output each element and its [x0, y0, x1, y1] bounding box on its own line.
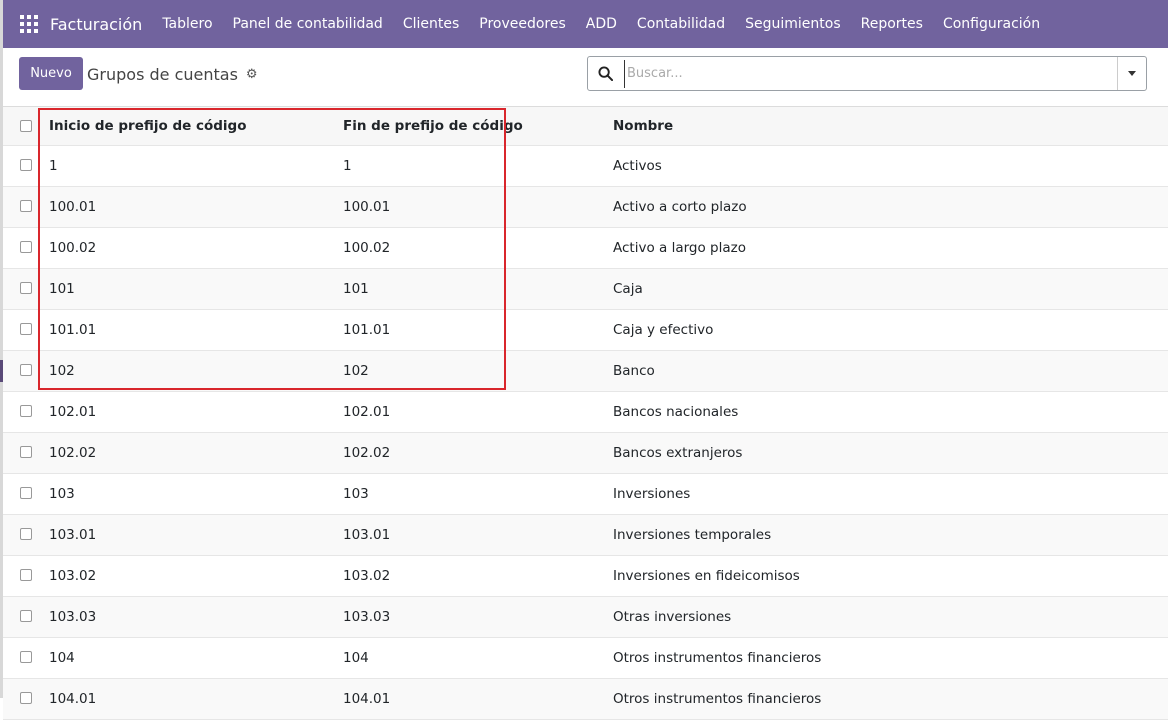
table-row[interactable]: 104.01 104.01 Otros instrumentos financier…: [3, 679, 1168, 720]
menu-item-reportes[interactable]: Reportes: [851, 16, 933, 32]
row-checkbox[interactable]: [20, 241, 32, 253]
row-checkbox[interactable]: [20, 528, 32, 540]
menu-item-clientes[interactable]: Clientes: [393, 16, 469, 32]
cell-start-prefix: 103.02: [49, 568, 97, 584]
cell-end-prefix: 101: [343, 281, 369, 297]
column-header-name[interactable]: Nombre: [613, 107, 673, 145]
cell-name: Otras inversiones: [613, 609, 732, 625]
row-checkbox[interactable]: [20, 323, 32, 335]
cell-start-prefix: 100.01: [49, 199, 97, 215]
cell-end-prefix: 104: [343, 650, 369, 666]
account-groups-table: Inicio de prefijo de código Fin de prefi…: [3, 106, 1168, 720]
cell-name: Bancos nacionales: [613, 404, 739, 420]
select-all-checkbox[interactable]: [20, 120, 32, 132]
control-panel: Nuevo Grupos de cuentas ⚙: [3, 48, 1168, 106]
gear-icon[interactable]: ⚙: [246, 67, 258, 82]
row-checkbox[interactable]: [20, 159, 32, 171]
row-checkbox[interactable]: [20, 446, 32, 458]
row-checkbox[interactable]: [20, 651, 32, 663]
cell-end-prefix: 101.01: [343, 322, 391, 338]
search-options-toggle[interactable]: [1117, 57, 1146, 90]
cell-name: Banco: [613, 363, 655, 379]
table-row[interactable]: 100.02 100.02 Activo a largo plazo: [3, 228, 1168, 269]
cell-start-prefix: 103.03: [49, 609, 97, 625]
cell-end-prefix: 103: [343, 486, 369, 502]
cell-name: Activo a corto plazo: [613, 199, 747, 215]
menu-item-configuracion[interactable]: Configuración: [933, 16, 1050, 32]
cell-start-prefix: 102.02: [49, 445, 97, 461]
top-navbar: Facturación Tablero Panel de contabilida…: [3, 0, 1168, 48]
table-row[interactable]: 104 104 Otros instrumentos financieros: [3, 638, 1168, 679]
cell-name: Otros instrumentos financieros: [613, 650, 822, 666]
cell-name: Otros instrumentos financieros: [613, 691, 822, 707]
cell-end-prefix: 103.01: [343, 527, 391, 543]
cell-end-prefix: 100.02: [343, 240, 391, 256]
table-row[interactable]: 100.01 100.01 Activo a corto plazo: [3, 187, 1168, 228]
row-checkbox[interactable]: [20, 692, 32, 704]
cell-start-prefix: 102.01: [49, 404, 97, 420]
cell-start-prefix: 104.01: [49, 691, 97, 707]
cell-end-prefix: 102.02: [343, 445, 391, 461]
cell-name: Inversiones temporales: [613, 527, 772, 543]
row-checkbox[interactable]: [20, 610, 32, 622]
page-title: Grupos de cuentas: [87, 65, 238, 84]
caret-down-icon: [1128, 71, 1136, 76]
table-header: Inicio de prefijo de código Fin de prefi…: [3, 106, 1168, 146]
menu-item-panel-contabilidad[interactable]: Panel de contabilidad: [223, 16, 393, 32]
cell-start-prefix: 100.02: [49, 240, 97, 256]
menu-item-seguimientos[interactable]: Seguimientos: [735, 16, 851, 32]
cell-end-prefix: 100.01: [343, 199, 391, 215]
menu-item-proveedores[interactable]: Proveedores: [469, 16, 576, 32]
cell-start-prefix: 101.01: [49, 322, 97, 338]
table-row[interactable]: 103.02 103.02 Inversiones en fideicomisos: [3, 556, 1168, 597]
cell-name: Activo a largo plazo: [613, 240, 746, 256]
row-checkbox[interactable]: [20, 364, 32, 376]
table-row[interactable]: 102 102 Banco: [3, 351, 1168, 392]
apps-grid-icon[interactable]: [20, 15, 38, 33]
cell-name: Caja: [613, 281, 643, 297]
cell-start-prefix: 1: [49, 158, 58, 174]
table-row[interactable]: 103.01 103.01 Inversiones temporales: [3, 515, 1168, 556]
table-row[interactable]: 101 101 Caja: [3, 269, 1168, 310]
cell-start-prefix: 102: [49, 363, 75, 379]
cell-end-prefix: 103.03: [343, 609, 391, 625]
cell-end-prefix: 102.01: [343, 404, 391, 420]
cell-name: Inversiones en fideicomisos: [613, 568, 800, 584]
search-bar: [587, 56, 1147, 91]
breadcrumb: Grupos de cuentas ⚙: [87, 65, 258, 84]
column-header-end-prefix[interactable]: Fin de prefijo de código: [343, 107, 523, 145]
row-checkbox[interactable]: [20, 569, 32, 581]
table-row[interactable]: 103 103 Inversiones: [3, 474, 1168, 515]
cell-name: Inversiones: [613, 486, 691, 502]
cell-end-prefix: 102: [343, 363, 369, 379]
cell-end-prefix: 103.02: [343, 568, 391, 584]
cell-start-prefix: 104: [49, 650, 75, 666]
cell-name: Bancos extranjeros: [613, 445, 743, 461]
table-row[interactable]: 102.01 102.01 Bancos nacionales: [3, 392, 1168, 433]
menu-item-tablero[interactable]: Tablero: [152, 16, 222, 32]
cell-start-prefix: 103: [49, 486, 75, 502]
menu-item-add[interactable]: ADD: [576, 16, 627, 32]
table-row[interactable]: 101.01 101.01 Caja y efectivo: [3, 310, 1168, 351]
search-icon[interactable]: [590, 57, 620, 90]
table-row[interactable]: 1 1 Activos: [3, 146, 1168, 187]
cell-start-prefix: 103.01: [49, 527, 97, 543]
search-input[interactable]: [624, 59, 1117, 88]
cell-end-prefix: 1: [343, 158, 352, 174]
cell-name: Caja y efectivo: [613, 322, 714, 338]
menu-item-contabilidad[interactable]: Contabilidad: [627, 16, 735, 32]
app-brand[interactable]: Facturación: [50, 15, 142, 34]
cell-start-prefix: 101: [49, 281, 75, 297]
new-button[interactable]: Nuevo: [19, 57, 83, 90]
cell-end-prefix: 104.01: [343, 691, 391, 707]
row-checkbox[interactable]: [20, 487, 32, 499]
row-checkbox[interactable]: [20, 282, 32, 294]
row-checkbox[interactable]: [20, 405, 32, 417]
table-row[interactable]: 102.02 102.02 Bancos extranjeros: [3, 433, 1168, 474]
row-checkbox[interactable]: [20, 200, 32, 212]
column-header-start-prefix[interactable]: Inicio de prefijo de código: [49, 107, 247, 145]
cell-name: Activos: [613, 158, 662, 174]
table-row[interactable]: 103.03 103.03 Otras inversiones: [3, 597, 1168, 638]
